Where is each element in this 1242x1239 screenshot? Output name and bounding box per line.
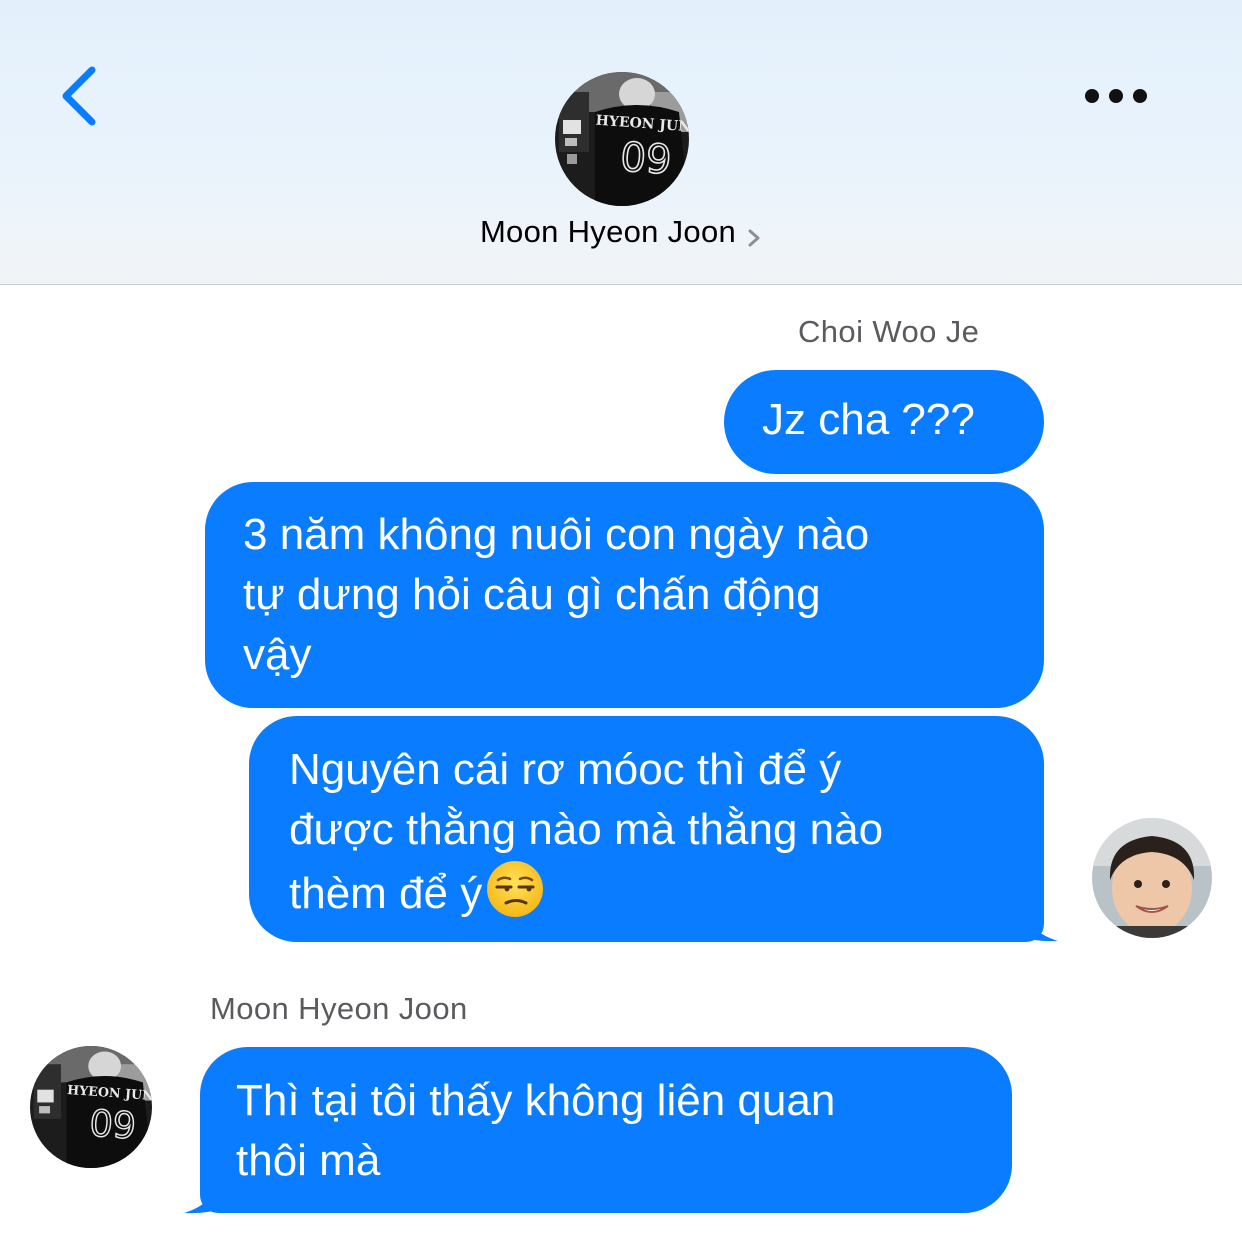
- message-bubble-received[interactable]: Thì tại tôi thấy không liên quan thôi mà: [200, 1047, 1012, 1213]
- chevron-right-icon: [748, 229, 760, 247]
- chevron-left-icon: [62, 66, 96, 126]
- message-bubble-sent[interactable]: Nguyên cái rơ móoc thì để ý được thằng n…: [249, 716, 1044, 942]
- message-bubble-sent[interactable]: Jz cha ???: [724, 370, 1044, 474]
- unamused-face-emoji: [487, 861, 544, 917]
- user-avatar[interactable]: [1092, 818, 1212, 938]
- back-button[interactable]: [52, 60, 112, 132]
- contact-name: Moon Hyeon Joon: [479, 214, 737, 249]
- message-text: 3 năm không nuôi con ngày nào tự dưng hỏ…: [243, 510, 870, 679]
- message-text: Jz cha ???: [762, 395, 975, 444]
- message-text: Nguyên cái rơ móoc thì để ý được thằng n…: [289, 745, 884, 918]
- jersey-number-text: 09: [88, 1102, 137, 1148]
- message-bubble-sent[interactable]: 3 năm không nuôi con ngày nào tự dưng hỏ…: [205, 482, 1044, 708]
- contact-avatar[interactable]: HYEON JUN 09: [555, 72, 689, 206]
- sender-name: Choi Woo Je: [798, 314, 980, 349]
- bubble-tail-sent: [1020, 908, 1058, 942]
- contact-avatar-small[interactable]: HYEON JUN 09: [30, 1046, 152, 1168]
- ellipsis-icon: [1085, 89, 1147, 103]
- jersey-number-text: 09: [619, 134, 673, 183]
- contact-name-button[interactable]: Moon Hyeon Joon: [0, 214, 1242, 250]
- message-text: Thì tại tôi thấy không liên quan thôi mà: [236, 1076, 836, 1185]
- bubble-tail-received: [184, 1180, 222, 1214]
- more-options-button[interactable]: [1074, 74, 1158, 118]
- messenger-chat-screen: HYEON JUN 09 Moon Hyeon Joon Choi Woo Je…: [0, 0, 1242, 1239]
- sender-name: Moon Hyeon Joon: [210, 991, 468, 1026]
- chat-header: HYEON JUN 09 Moon Hyeon Joon: [0, 0, 1242, 285]
